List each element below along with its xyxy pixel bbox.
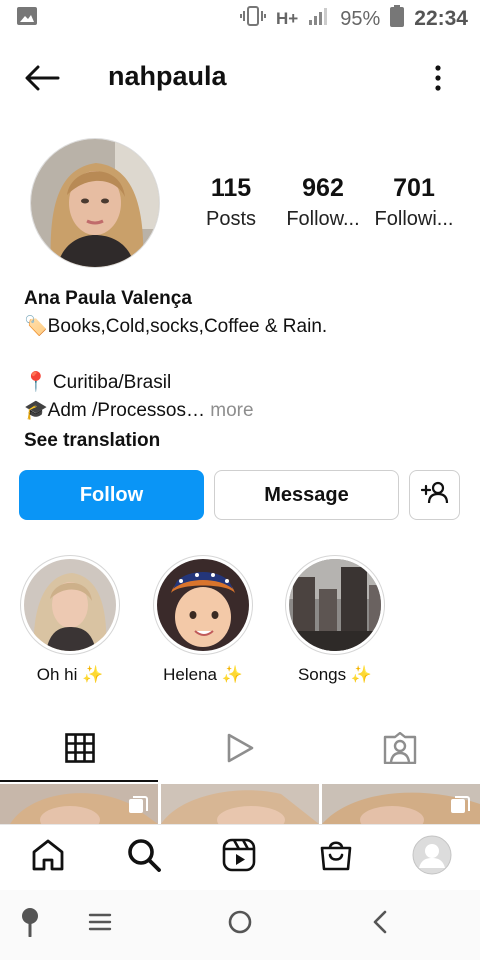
highlight-cover	[24, 559, 116, 651]
followers-count: 962	[302, 174, 344, 202]
back-button[interactable]	[20, 60, 64, 100]
assistant-button[interactable]	[8, 904, 52, 944]
multiple-photos-icon	[128, 796, 148, 816]
shopping-bag-icon	[319, 838, 353, 877]
profile-bio: Ana Paula Valença 🏷️Books,Cold,socks,Cof…	[24, 285, 464, 455]
more-options-button[interactable]	[426, 62, 450, 98]
highlight-ring	[285, 555, 385, 655]
tab-posts-grid[interactable]	[0, 718, 160, 782]
system-navigation	[0, 890, 480, 960]
multiple-photos-icon	[450, 796, 470, 816]
chevron-left-icon	[371, 909, 389, 940]
nav-reels[interactable]	[209, 835, 269, 879]
post-thumbnail[interactable]	[322, 784, 480, 824]
followers-stat[interactable]: 962 Follow...	[277, 172, 369, 234]
highlight-title: Songs	[297, 665, 347, 684]
clock: 22:34	[414, 7, 468, 30]
sparkles-icon: ✨	[82, 665, 104, 684]
signal-icon	[308, 6, 330, 32]
menu-lines-icon	[88, 912, 112, 937]
home-button[interactable]	[218, 904, 262, 944]
add-user-icon	[420, 480, 449, 510]
circle-home-icon	[227, 909, 253, 940]
profile-header: nahpaula	[0, 50, 480, 108]
nav-profile[interactable]	[402, 835, 462, 879]
tagged-person-icon	[383, 731, 417, 769]
bio-line-location: 📍 Curitiba/Brasil	[24, 372, 172, 393]
following-stat[interactable]: 701 Followi...	[368, 172, 460, 234]
highlight-songs[interactable]: Songs ✨	[285, 555, 385, 685]
post-thumbnail[interactable]	[161, 784, 319, 824]
profile-tabs	[0, 718, 480, 782]
nav-home[interactable]	[18, 835, 78, 879]
tab-reels[interactable]	[160, 718, 320, 782]
post-thumbnail[interactable]	[0, 784, 158, 824]
pin-icon	[20, 907, 40, 942]
bio-more-link[interactable]: more	[210, 400, 253, 421]
highlight-helena[interactable]: Helena ✨	[153, 555, 253, 685]
message-button[interactable]: Message	[214, 470, 399, 520]
sparkles-icon: ✨	[350, 665, 373, 684]
status-bar: H+ 95% 22:34	[0, 0, 480, 38]
play-icon	[225, 732, 255, 769]
home-icon	[31, 838, 65, 877]
vertical-dots-icon	[435, 64, 441, 96]
posts-grid	[0, 784, 480, 824]
vibrate-icon	[240, 5, 267, 33]
posts-count: 115	[210, 174, 252, 202]
gallery-notification-icon	[16, 6, 38, 32]
highlight-cover	[157, 559, 249, 651]
following-count: 701	[393, 174, 435, 202]
highlight-oh-hi[interactable]: Oh hi ✨	[20, 555, 120, 685]
profile-username: nahpaula	[108, 61, 227, 91]
active-tab-indicator	[0, 780, 158, 782]
profile-stats: 115 Posts 962 Follow... 701 Followi...	[190, 172, 470, 242]
nav-shop[interactable]	[306, 835, 366, 879]
suggest-users-button[interactable]	[409, 470, 460, 520]
recent-apps-button[interactable]	[78, 904, 122, 944]
following-label: Followi...	[374, 208, 454, 230]
highlight-label: Helena ✨	[153, 665, 253, 685]
nav-search[interactable]	[114, 835, 174, 879]
highlight-ring	[153, 555, 253, 655]
highlight-cover	[289, 559, 381, 651]
sparkles-icon: ✨	[221, 665, 243, 684]
highlight-title: Oh hi	[36, 665, 78, 684]
search-icon	[127, 838, 161, 877]
profile-avatar-icon	[412, 835, 452, 880]
reels-icon	[222, 838, 256, 877]
highlight-ring	[20, 555, 120, 655]
grid-icon	[65, 732, 95, 768]
bio-line-interests: 🏷️Books,Cold,socks,Coffee & Rain.	[24, 316, 328, 337]
bottom-navigation	[0, 824, 480, 888]
followers-label: Follow...	[286, 208, 360, 230]
tab-tagged[interactable]	[320, 718, 480, 782]
highlight-label: Oh hi ✨	[20, 665, 120, 685]
bio-occupation-text: 🎓Adm /Processos…	[24, 400, 205, 421]
bio-line-occupation: 🎓Adm /Processos… more	[24, 397, 464, 425]
highlight-label: Songs ✨	[285, 665, 385, 685]
battery-level: 95%	[340, 7, 381, 30]
highlight-title: Helena	[163, 665, 217, 684]
profile-avatar[interactable]	[30, 138, 160, 268]
network-type: H+	[276, 9, 299, 28]
bio-spacer	[24, 341, 464, 369]
posts-stat[interactable]: 115 Posts	[185, 172, 277, 234]
see-translation-link[interactable]: See translation	[24, 427, 464, 455]
system-back-button[interactable]	[358, 904, 402, 944]
follow-button[interactable]: Follow	[19, 470, 204, 520]
arrow-left-icon	[24, 65, 60, 96]
battery-icon	[390, 5, 405, 33]
profile-full-name: Ana Paula Valença	[24, 288, 192, 309]
posts-label: Posts	[205, 208, 257, 230]
